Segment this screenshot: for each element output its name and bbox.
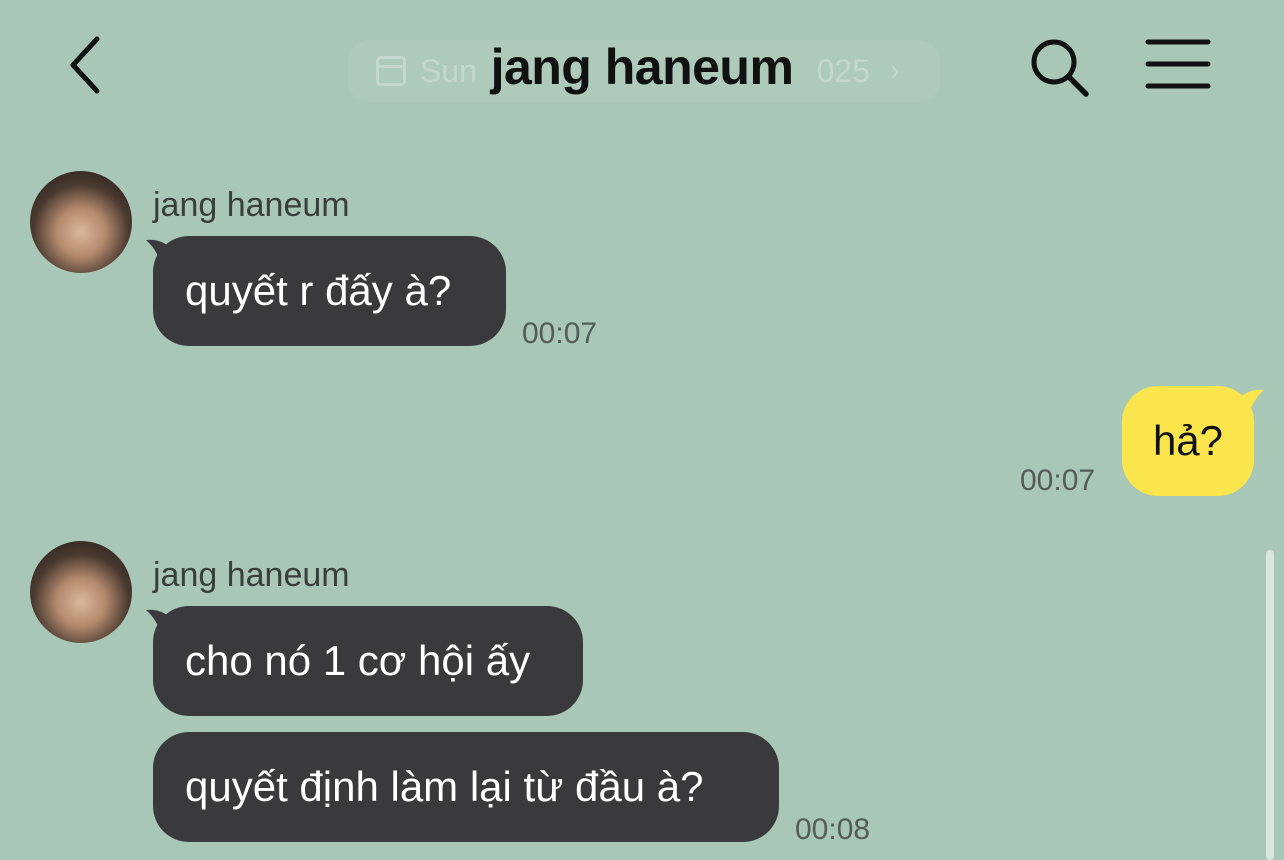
message-bubble[interactable]: quyết r đấy à?: [153, 236, 506, 346]
message-text: cho nó 1 cơ hội ấy: [185, 637, 531, 684]
sender-name: jang haneum: [153, 556, 350, 594]
message-bubble[interactable]: hả?: [1122, 386, 1254, 496]
avatar[interactable]: [30, 171, 132, 273]
search-icon: [1031, 39, 1089, 97]
message-time: 00:08: [795, 813, 871, 846]
message-bubble[interactable]: cho nó 1 cơ hội ấy: [153, 606, 583, 716]
hamburger-menu-icon: [1145, 39, 1211, 89]
avatar[interactable]: [30, 541, 132, 643]
message-bubble[interactable]: quyết định làm lại từ đầu à?: [153, 732, 779, 842]
search-button[interactable]: [1026, 34, 1092, 100]
chat-header: Sun 025 › jang haneum: [0, 0, 1284, 140]
message-text: quyết định làm lại từ đầu à?: [185, 763, 704, 810]
scrollbar[interactable]: [1266, 550, 1274, 860]
message-time: 00:07: [522, 317, 598, 350]
sender-name: jang haneum: [153, 186, 350, 224]
message-text: quyết r đấy à?: [185, 267, 452, 314]
message-text: hả?: [1152, 417, 1224, 464]
menu-button[interactable]: [1142, 34, 1214, 100]
message-time: 00:07: [1020, 464, 1096, 497]
